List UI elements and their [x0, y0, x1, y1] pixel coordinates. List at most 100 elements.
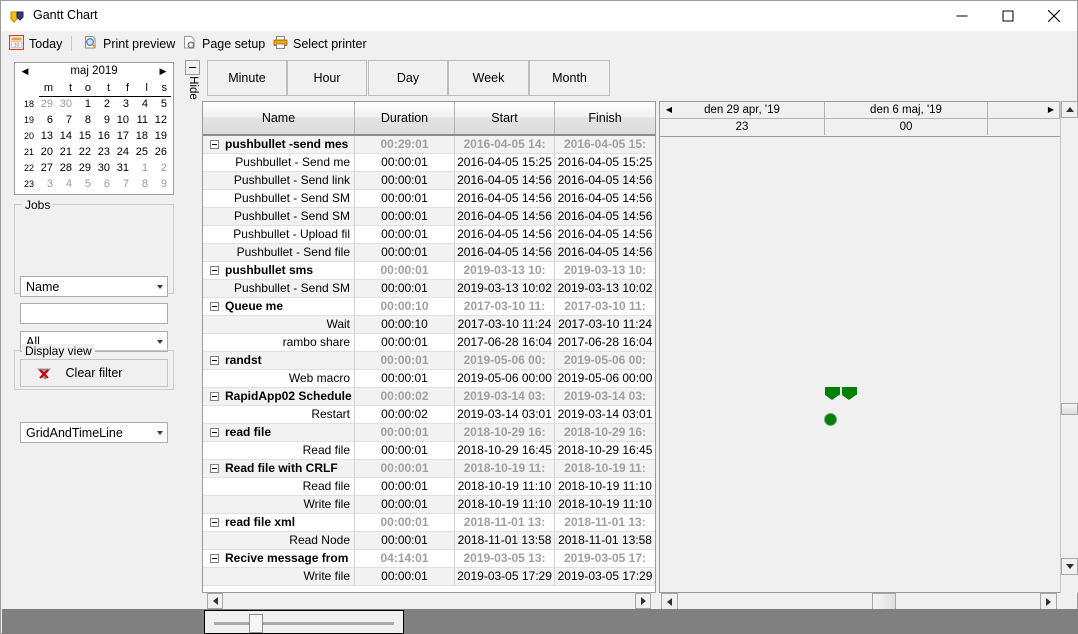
close-button[interactable]: [1031, 1, 1077, 31]
grid-horizontal-scrollbar[interactable]: [202, 593, 656, 610]
table-row[interactable]: Pushbullet - Send file00:00:012016-04-05…: [203, 244, 655, 262]
calendar-day-cell[interactable]: 18: [132, 128, 151, 144]
zoom-slider[interactable]: [204, 610, 404, 634]
calendar-day-cell[interactable]: 30: [94, 160, 113, 176]
table-row[interactable]: RapidApp02 Schedule00:00:022019-03-14 03…: [203, 388, 655, 406]
grid-header-duration[interactable]: Duration: [355, 102, 455, 134]
calendar-day-cell[interactable]: 21: [56, 144, 75, 160]
calendar-day-cell[interactable]: 1: [132, 160, 151, 176]
grid-scroll-left-button[interactable]: [207, 593, 223, 609]
table-row[interactable]: Write file00:00:012018-10-19 11:102018-1…: [203, 496, 655, 514]
expand-collapse-icon[interactable]: [210, 302, 219, 311]
calendar-day-cell[interactable]: 15: [75, 128, 94, 144]
calendar-day-cell[interactable]: 12: [151, 112, 170, 128]
calendar-day-cell[interactable]: 26: [151, 144, 170, 160]
calendar-day-cell[interactable]: 4: [56, 176, 75, 192]
timeline-vertical-scroll-thumb[interactable]: [1061, 403, 1078, 415]
table-row[interactable]: rambo share00:00:012017-06-28 16:042017-…: [203, 334, 655, 352]
timeline-body[interactable]: [659, 137, 1061, 593]
table-row[interactable]: Read Node00:00:012018-11-01 13:582018-11…: [203, 532, 655, 550]
calendar-day-cell[interactable]: 22: [75, 144, 94, 160]
toolbar-today-button[interactable]: 10 Today: [5, 31, 66, 56]
timeline-next-icon[interactable]: ▶: [1044, 103, 1058, 117]
minimize-button[interactable]: [939, 1, 985, 31]
table-row[interactable]: pushbullet -send mes00:29:012016-04-05 1…: [203, 136, 655, 154]
calendar-day-cell[interactable]: 16: [94, 128, 113, 144]
expand-collapse-icon[interactable]: [210, 140, 219, 149]
table-row[interactable]: Recive message from04:14:012019-03-05 13…: [203, 550, 655, 568]
table-row[interactable]: Pushbullet - Upload fil00:00:012016-04-0…: [203, 226, 655, 244]
grid-scroll-right-button[interactable]: [635, 593, 651, 609]
toolbar-select-printer-button[interactable]: Select printer: [269, 31, 371, 56]
zoom-slider-thumb[interactable]: [249, 614, 263, 633]
calendar-day-cell[interactable]: 29: [37, 96, 56, 112]
calendar-day-cell[interactable]: 7: [56, 112, 75, 128]
calendar-day-cell[interactable]: 20: [37, 144, 56, 160]
timeline-scroll-down-button[interactable]: [1061, 558, 1078, 575]
period-button-month[interactable]: Month: [529, 60, 610, 96]
table-row[interactable]: Read file00:00:012018-10-19 11:102018-10…: [203, 478, 655, 496]
calendar-prev-month-icon[interactable]: ◀: [17, 63, 33, 80]
calendar-day-cell[interactable]: 27: [37, 160, 56, 176]
grid-header-start[interactable]: Start: [455, 102, 555, 134]
table-row[interactable]: Restart00:00:022019-03-14 03:012019-03-1…: [203, 406, 655, 424]
table-row[interactable]: Pushbullet - Send SM00:00:012016-04-05 1…: [203, 208, 655, 226]
table-row[interactable]: Queue me00:00:102017-03-10 11:2017-03-10…: [203, 298, 655, 316]
jobs-filter-input[interactable]: [20, 303, 168, 324]
timeline-horizontal-scroll-thumb[interactable]: [872, 593, 896, 610]
display-view-combo[interactable]: GridAndTimeLine: [20, 422, 168, 443]
expand-collapse-icon[interactable]: [210, 464, 219, 473]
calendar-day-cell[interactable]: 30: [56, 96, 75, 112]
calendar-day-cell[interactable]: 11: [132, 112, 151, 128]
period-button-day[interactable]: Day: [368, 60, 448, 96]
timeline-scroll-right-button[interactable]: [1040, 593, 1057, 610]
calendar-day-cell[interactable]: 1: [75, 96, 94, 112]
grid-header-finish[interactable]: Finish: [555, 102, 655, 134]
calendar-day-cell[interactable]: 8: [75, 112, 94, 128]
table-row[interactable]: read file00:00:012018-10-29 16:2018-10-2…: [203, 424, 655, 442]
calendar-day-cell[interactable]: 10: [113, 112, 132, 128]
calendar-day-cell[interactable]: 4: [132, 96, 151, 112]
calendar-next-month-icon[interactable]: ▶: [155, 63, 171, 80]
calendar-day-cell[interactable]: 8: [132, 176, 151, 192]
timeline-scroll-left-button[interactable]: [661, 593, 678, 610]
table-row[interactable]: Read file with CRLF00:00:012018-10-19 11…: [203, 460, 655, 478]
expand-collapse-icon[interactable]: [210, 356, 219, 365]
calendar-day-cell[interactable]: 3: [37, 176, 56, 192]
table-row[interactable]: Pushbullet - Send me00:00:012016-04-05 1…: [203, 154, 655, 172]
calendar-day-cell[interactable]: 2: [94, 96, 113, 112]
calendar-day-cell[interactable]: 5: [151, 96, 170, 112]
calendar-day-cell[interactable]: 2: [151, 160, 170, 176]
maximize-button[interactable]: [985, 1, 1031, 31]
expand-collapse-icon[interactable]: [210, 428, 219, 437]
table-row[interactable]: Web macro00:00:012019-05-06 00:002019-05…: [203, 370, 655, 388]
calendar-day-cell[interactable]: 6: [94, 176, 113, 192]
table-row[interactable]: Read file00:00:012018-10-29 16:452018-10…: [203, 442, 655, 460]
calendar-day-cell[interactable]: 7: [113, 176, 132, 192]
toolbar-page-setup-button[interactable]: Page setup: [178, 31, 269, 56]
table-row[interactable]: Wait00:00:102017-03-10 11:242017-03-10 1…: [203, 316, 655, 334]
calendar-day-cell[interactable]: 24: [113, 144, 132, 160]
toolbar-print-preview-button[interactable]: Print preview: [79, 31, 179, 56]
gantt-summary-bar[interactable]: [842, 387, 857, 395]
expand-collapse-icon[interactable]: [210, 518, 219, 527]
timeline-horizontal-scrollbar[interactable]: [659, 593, 1059, 610]
timeline-scroll-up-button[interactable]: [1061, 101, 1078, 118]
calendar-day-cell[interactable]: 23: [94, 144, 113, 160]
gantt-summary-bar[interactable]: [825, 387, 840, 395]
grid-header-name[interactable]: Name: [203, 102, 355, 134]
gantt-milestone-dot[interactable]: [824, 413, 837, 426]
table-row[interactable]: pushbullet sms00:00:012019-03-13 10:2019…: [203, 262, 655, 280]
calendar-day-cell[interactable]: 25: [132, 144, 151, 160]
table-row[interactable]: Pushbullet - Send link00:00:012016-04-05…: [203, 172, 655, 190]
hide-label[interactable]: Hide: [187, 68, 199, 108]
calendar-day-cell[interactable]: 3: [113, 96, 132, 112]
period-button-hour[interactable]: Hour: [287, 60, 367, 96]
expand-collapse-icon[interactable]: [210, 554, 219, 563]
calendar-day-cell[interactable]: 29: [75, 160, 94, 176]
calendar-day-cell[interactable]: 13: [37, 128, 56, 144]
expand-collapse-icon[interactable]: [210, 266, 219, 275]
period-button-minute[interactable]: Minute: [207, 60, 287, 96]
calendar-day-cell[interactable]: 5: [75, 176, 94, 192]
calendar-day-cell[interactable]: 6: [37, 112, 56, 128]
